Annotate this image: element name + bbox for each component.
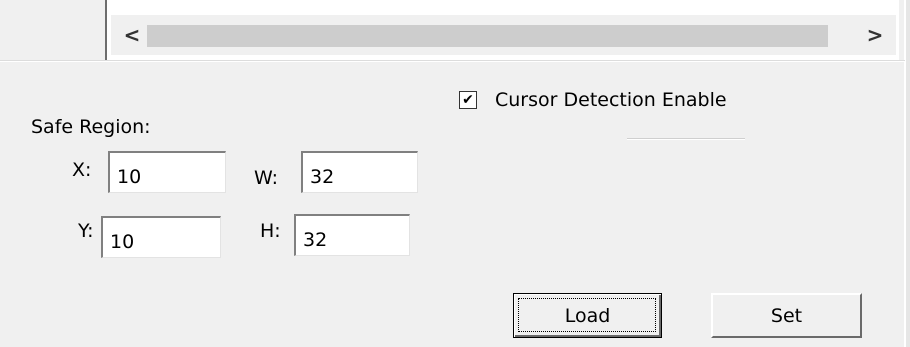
list-area[interactable]: < > (105, 0, 899, 60)
panel-edge-shadow (906, 0, 910, 347)
x-label: X: (72, 159, 92, 181)
x-input[interactable] (108, 151, 226, 193)
h-input[interactable] (294, 214, 410, 256)
load-button[interactable]: Load (513, 293, 662, 338)
dialog-panel: < > Safe Region: X: W: Y: H: ✔ Cursor De… (0, 0, 910, 347)
w-label: W: (254, 167, 279, 189)
set-button-label: Set (770, 304, 803, 327)
set-button[interactable]: Set (711, 293, 862, 338)
checkmark-icon: ✔ (462, 92, 474, 108)
y-label: Y: (78, 220, 94, 242)
cursor-detection-label[interactable]: Cursor Detection Enable (495, 91, 727, 110)
w-input[interactable] (301, 151, 418, 193)
safe-region-label: Safe Region: (31, 116, 151, 138)
horizontal-scrollbar[interactable]: < > (111, 15, 896, 55)
scroll-right-arrow-icon[interactable]: > (860, 15, 890, 55)
h-label: H: (260, 220, 281, 242)
scroll-thumb[interactable] (147, 25, 828, 47)
divider-highlight (0, 61, 905, 62)
focus-rectangle (518, 298, 656, 332)
scroll-left-arrow-icon[interactable]: < (117, 15, 147, 55)
y-input[interactable] (101, 216, 221, 258)
cursor-detection-checkbox[interactable]: ✔ (459, 91, 477, 109)
separator-line-highlight (627, 139, 745, 140)
